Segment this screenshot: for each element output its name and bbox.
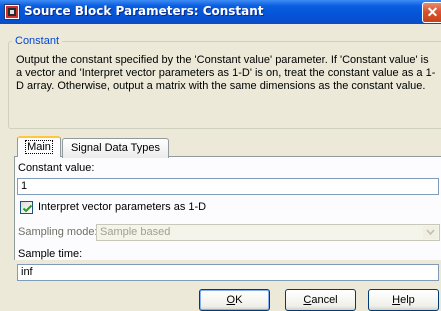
tab-main[interactable]: Main — [17, 136, 61, 157]
sampling-mode-select: Sample based — [96, 224, 440, 241]
constant-value-label: Constant value: — [18, 162, 95, 174]
sample-time-label: Sample time: — [18, 248, 83, 260]
tab-main-label: Main — [25, 140, 53, 154]
help-rest: elp — [400, 294, 415, 306]
sampling-mode-label: Sampling mode: — [18, 226, 98, 238]
dialog-window: Source Block Parameters: Constant ✕ Cons… — [0, 0, 441, 311]
ok-mnemonic: O — [226, 294, 236, 306]
chevron-down-icon — [423, 226, 438, 239]
ok-button[interactable]: OK — [199, 289, 270, 311]
simulink-block-icon — [4, 4, 20, 20]
group-label: Constant — [12, 35, 63, 47]
cancel-rest: ancel — [311, 294, 338, 306]
checkmark-icon — [22, 204, 33, 213]
title-bar[interactable]: Source Block Parameters: Constant ✕ — [0, 0, 441, 24]
interpret-vector-label: Interpret vector parameters as 1-D — [38, 201, 207, 213]
constant-value-input[interactable]: 1 — [17, 178, 439, 195]
help-button[interactable]: Help — [368, 289, 439, 311]
block-description: Output the constant specified by the 'Co… — [16, 54, 436, 92]
window-title: Source Block Parameters: Constant — [24, 4, 264, 18]
tab-signal-data-types-label: Signal Data Types — [70, 142, 161, 154]
ok-rest: K — [235, 294, 243, 306]
close-button[interactable]: ✕ — [422, 2, 441, 23]
help-mnemonic: H — [392, 294, 401, 306]
close-icon: ✕ — [426, 4, 439, 20]
cancel-button[interactable]: Cancel — [285, 289, 356, 311]
tab-signal-data-types[interactable]: Signal Data Types — [62, 138, 169, 158]
sampling-mode-value: Sample based — [100, 226, 171, 238]
interpret-vector-checkbox[interactable] — [20, 201, 33, 214]
sample-time-input[interactable]: inf — [17, 264, 439, 281]
